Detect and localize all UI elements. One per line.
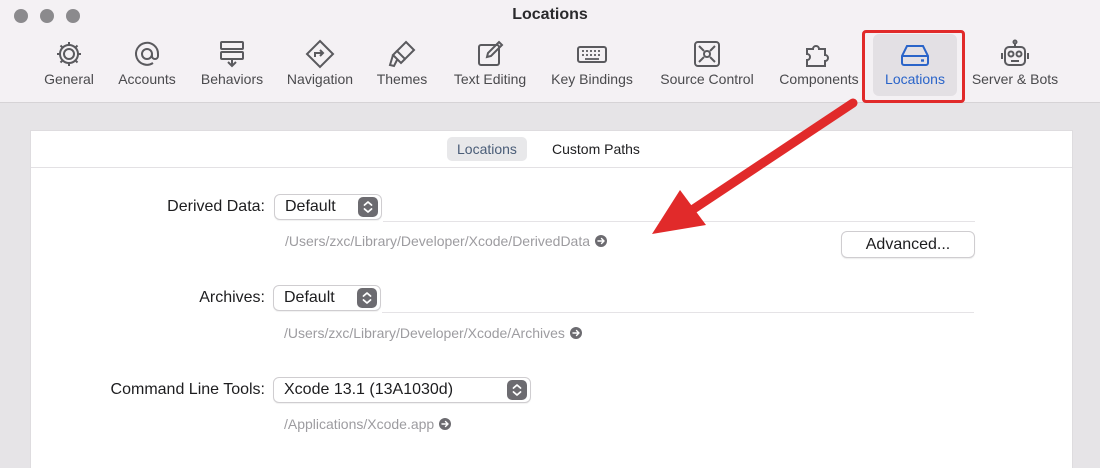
tab-label: General — [44, 71, 94, 87]
derived-data-popup[interactable]: Default — [274, 194, 382, 220]
tab-general[interactable]: General — [37, 34, 101, 96]
path-text: /Users/zxc/Library/Developer/Xcode/Deriv… — [285, 233, 591, 249]
tab-label: Accounts — [118, 71, 176, 87]
tab-accounts[interactable]: Accounts — [111, 34, 183, 96]
robot-icon — [999, 38, 1031, 70]
reveal-arrow-icon[interactable] — [569, 327, 582, 339]
source-control-icon — [691, 38, 723, 70]
tab-label: Navigation — [286, 71, 354, 87]
tab-navigation[interactable]: Navigation — [279, 34, 361, 96]
keyboard-icon — [576, 38, 608, 70]
tab-source-control[interactable]: Source Control — [651, 34, 763, 96]
tab-label: Key Bindings — [551, 71, 633, 87]
at-sign-icon — [131, 38, 163, 70]
popup-stepper-icon — [358, 197, 378, 217]
path-field-underline — [382, 312, 974, 313]
segmented-control: Locations Custom Paths — [31, 131, 1072, 168]
reveal-arrow-icon[interactable] — [439, 418, 452, 430]
archives-path[interactable]: /Users/zxc/Library/Developer/Xcode/Archi… — [284, 325, 582, 341]
navigation-icon — [304, 38, 336, 70]
tab-themes[interactable]: Themes — [370, 34, 434, 96]
locations-panel: Locations Custom Paths Derived Data: Def… — [30, 130, 1073, 468]
tab-label: Text Editing — [453, 71, 527, 87]
tab-label: Server & Bots — [971, 71, 1059, 87]
tab-text-editing[interactable]: Text Editing — [444, 34, 536, 96]
puzzle-icon — [803, 38, 835, 70]
reveal-arrow-icon[interactable] — [595, 235, 608, 247]
command-line-tools-path[interactable]: /Applications/Xcode.app — [284, 416, 452, 432]
brush-icon — [386, 38, 418, 70]
window-title: Locations — [512, 6, 588, 23]
path-text: /Applications/Xcode.app — [284, 416, 435, 432]
segment-custom-paths[interactable]: Custom Paths — [542, 137, 650, 161]
gear-icon — [53, 38, 85, 70]
tab-behaviors[interactable]: Behaviors — [194, 34, 270, 96]
tab-key-bindings[interactable]: Key Bindings — [543, 34, 641, 96]
archives-popup[interactable]: Default — [273, 285, 381, 311]
tab-label: Source Control — [660, 71, 754, 87]
tab-label: Themes — [376, 71, 428, 87]
path-field-underline — [383, 221, 975, 222]
command-line-tools-value: Xcode 13.1 (13A1030d) — [284, 381, 454, 398]
tab-server-bots[interactable]: Server & Bots — [965, 34, 1065, 96]
derived-data-label: Derived Data: — [167, 198, 265, 215]
command-line-tools-label: Command Line Tools: — [110, 381, 265, 398]
annotation-highlight-box — [862, 30, 965, 103]
archives-label: Archives: — [199, 289, 265, 306]
popup-stepper-icon — [507, 380, 527, 400]
advanced-button[interactable]: Advanced... — [841, 231, 975, 258]
derived-data-path[interactable]: /Users/zxc/Library/Developer/Xcode/Deriv… — [285, 233, 608, 249]
tab-components[interactable]: Components — [772, 34, 866, 96]
segment-locations[interactable]: Locations — [447, 137, 527, 161]
archives-value: Default — [284, 289, 335, 306]
tab-label: Components — [779, 71, 859, 87]
derived-data-value: Default — [285, 198, 336, 215]
pencil-square-icon — [474, 38, 506, 70]
command-line-tools-popup[interactable]: Xcode 13.1 (13A1030d) — [273, 377, 531, 403]
path-text: /Users/zxc/Library/Developer/Xcode/Archi… — [284, 325, 565, 341]
tab-label: Behaviors — [200, 71, 264, 87]
behaviors-icon — [216, 38, 248, 70]
popup-stepper-icon — [357, 288, 377, 308]
